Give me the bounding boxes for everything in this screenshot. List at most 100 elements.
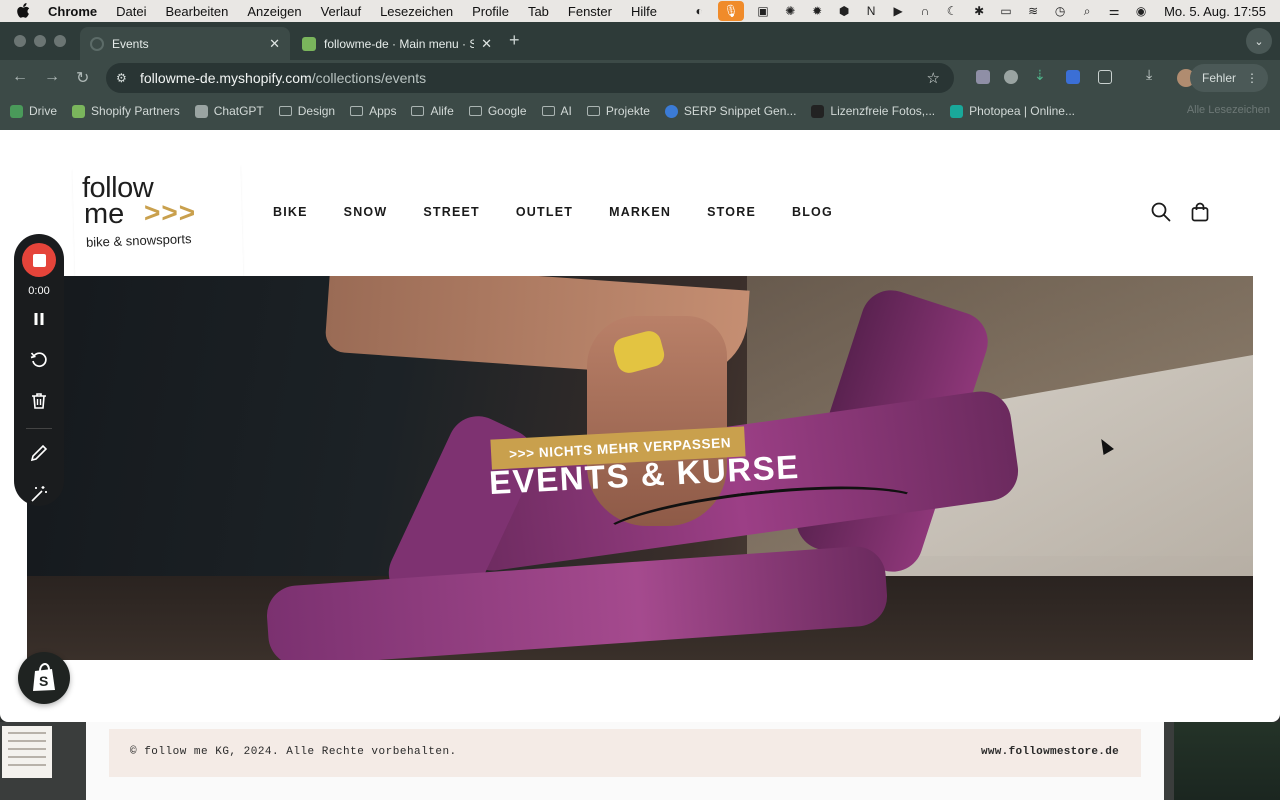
time-machine-icon[interactable]: ◷ (1052, 4, 1068, 18)
notion-icon[interactable]: N (863, 4, 879, 18)
zoom-window-button[interactable] (54, 35, 66, 47)
menu-anzeigen[interactable]: Anzeigen (247, 4, 301, 19)
folder-icon (468, 106, 482, 116)
draw-button[interactable] (27, 441, 51, 465)
nav-street[interactable]: STREET (423, 205, 480, 219)
search-icon[interactable] (1151, 202, 1171, 222)
status-app-icon[interactable]: ◐ (691, 4, 707, 18)
close-window-button[interactable] (14, 35, 26, 47)
hero-banner: >>> NICHTS MEHR VERPASSEN EVENTS & KURSE (27, 276, 1253, 660)
bookmark-serp-snippet[interactable]: SERP Snippet Gen... (664, 104, 796, 118)
address-url[interactable]: followme-de.myshopify.com/collections/ev… (140, 70, 426, 86)
bookmark-folder-ai[interactable]: AI (541, 104, 572, 118)
nav-store[interactable]: STORE (707, 205, 756, 219)
shield-icon[interactable]: ⬢ (836, 4, 852, 18)
nav-outlet[interactable]: OUTLET (516, 205, 573, 219)
bluetooth-icon[interactable]: ✱ (971, 4, 987, 18)
extensions-puzzle-icon[interactable] (1098, 70, 1112, 84)
pencil-icon (30, 444, 48, 462)
downloads-icon[interactable]: ⤓ (1146, 66, 1160, 82)
battery-icon[interactable]: ▭ (998, 4, 1014, 18)
shopify-admin-button[interactable]: S (18, 652, 70, 704)
blue-extension-icon[interactable] (1066, 70, 1080, 84)
document-thumbnail[interactable] (2, 726, 52, 778)
bookmark-folder-projekte[interactable]: Projekte (586, 104, 650, 118)
site-logo[interactable]: follow me >>> bike & snowsports (72, 163, 244, 293)
stop-icon (32, 253, 46, 267)
bookmark-lizenzfreie-fotos[interactable]: Lizenzfreie Fotos,... (811, 104, 935, 118)
siri-icon[interactable]: ◉ (1133, 4, 1149, 18)
bookmark-folder-design[interactable]: Design (278, 104, 335, 118)
nav-blog[interactable]: BLOG (792, 205, 833, 219)
menu-lesezeichen[interactable]: Lesezeichen (380, 4, 453, 19)
bookmark-label: Projekte (605, 104, 650, 118)
shopping-bag-icon[interactable] (1191, 202, 1209, 222)
camera-extension-icon[interactable] (1004, 70, 1018, 84)
menu-tab[interactable]: Tab (528, 4, 549, 19)
close-tab-icon[interactable]: ✕ (269, 36, 280, 52)
tab-title: Events (112, 36, 149, 51)
nav-marken[interactable]: MARKEN (609, 205, 671, 219)
spotlight-search-icon[interactable]: ⌕ (1079, 4, 1095, 18)
reload-icon[interactable]: ↻ (76, 68, 89, 88)
minimize-window-button[interactable] (34, 35, 46, 47)
menu-fenster[interactable]: Fenster (568, 4, 612, 19)
brightness-icon[interactable]: ✹ (809, 4, 825, 18)
microphone-icon[interactable]: 🎙 (718, 1, 745, 21)
extension-icon[interactable] (976, 70, 990, 84)
folder-icon (411, 106, 425, 116)
airpods-icon[interactable]: ∩ (917, 4, 933, 18)
bookmark-photopea[interactable]: Photopea | Online... (950, 104, 1075, 118)
apple-icon[interactable] (16, 3, 30, 19)
bookmark-label: Google (487, 104, 527, 118)
menu-hilfe[interactable]: Hilfe (631, 4, 657, 19)
menu-app-name[interactable]: Chrome (48, 4, 97, 19)
close-tab-icon[interactable]: ✕ (481, 36, 492, 52)
menu-profile[interactable]: Profile (472, 4, 509, 19)
effects-button[interactable] (27, 482, 51, 506)
recorder-divider (26, 428, 52, 429)
bookmark-folder-alife[interactable]: Alife (411, 104, 454, 118)
bookmark-shopify-partners[interactable]: Shopify Partners (72, 104, 180, 118)
site-settings-icon[interactable]: ⚙ (116, 71, 132, 85)
bookmark-chatgpt[interactable]: ChatGPT (194, 104, 264, 118)
download-arrow-extension-icon[interactable]: ⇣ (1034, 67, 1048, 83)
delete-recording-button[interactable] (27, 389, 51, 413)
footer-copyright: © follow me KG, 2024. Alle Rechte vorbeh… (130, 746, 457, 758)
new-tab-plus-icon[interactable]: + (509, 30, 520, 51)
address-bar[interactable]: ⚙ followme-de.myshopify.com/collections/… (106, 63, 954, 93)
play-icon[interactable]: ▶ (890, 4, 906, 18)
error-menu-button[interactable]: Fehler ⋮ (1189, 64, 1268, 92)
menubar-clock[interactable]: Mo. 5. Aug. 17:55 (1164, 4, 1266, 19)
forward-arrow-icon[interactable]: → (44, 68, 60, 86)
bookmark-drive[interactable]: Drive (10, 104, 57, 118)
bookmark-star-icon[interactable]: ☆ (927, 69, 940, 87)
drive-icon (10, 104, 23, 118)
bookmark-folder-google[interactable]: Google (468, 104, 527, 118)
menu-datei[interactable]: Datei (116, 4, 146, 19)
nav-bike[interactable]: BIKE (273, 205, 308, 219)
bookmark-folder-apps[interactable]: Apps (350, 104, 396, 118)
nav-snow[interactable]: SNOW (344, 205, 388, 219)
bookmark-label: Alife (430, 104, 454, 118)
footer-website-link[interactable]: www.followmestore.de (981, 746, 1119, 758)
tab-main-menu[interactable]: followme-de · Main menu · Sh ✕ (292, 27, 502, 60)
control-center-icon[interactable]: ⚌ (1106, 4, 1122, 18)
tab-search-chevron-icon[interactable]: ⌄ (1246, 28, 1272, 54)
email-footer-preview: © follow me KG, 2024. Alle Rechte vorbeh… (109, 729, 1141, 777)
wifi-icon[interactable]: ≋ (1025, 4, 1041, 18)
menu-verlauf[interactable]: Verlauf (321, 4, 361, 19)
all-bookmarks-folder[interactable]: Alle Lesezeichen (1187, 104, 1270, 116)
chatgpt-icon (194, 104, 208, 118)
logo-arrows: >>> (144, 197, 197, 228)
restart-button[interactable] (27, 348, 51, 372)
tab-events[interactable]: Events ✕ (80, 27, 290, 60)
calendar-icon[interactable]: ▣ (755, 4, 771, 18)
moon-icon[interactable]: ☾ (944, 4, 960, 18)
chatgpt-icon[interactable]: ✺ (782, 4, 798, 18)
menu-bearbeiten[interactable]: Bearbeiten (165, 4, 228, 19)
loading-favicon-icon (90, 36, 104, 51)
back-arrow-icon[interactable]: ← (12, 68, 28, 86)
stop-recording-button[interactable] (22, 243, 56, 277)
pause-button[interactable] (27, 307, 51, 331)
